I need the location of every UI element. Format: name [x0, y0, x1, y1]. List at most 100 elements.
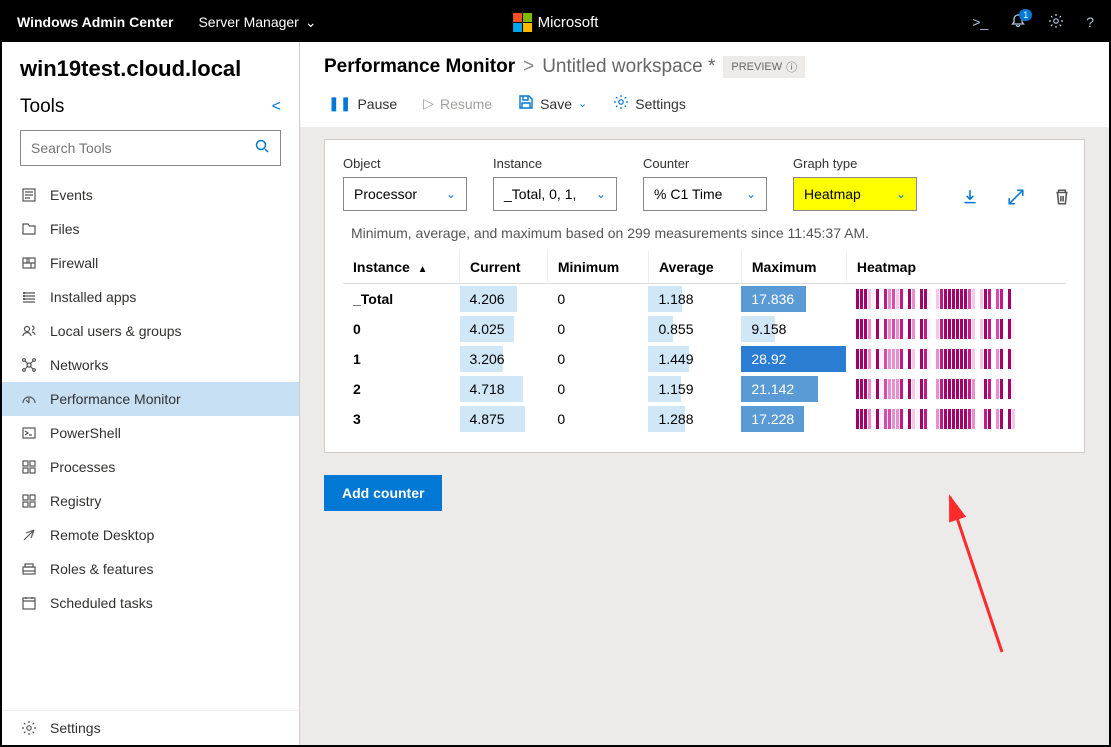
- sidebar-item-roles[interactable]: Roles & features: [2, 552, 299, 586]
- cell-max: 21.142: [741, 374, 846, 404]
- proc-icon: [20, 459, 38, 475]
- server-name: win19test.cloud.local: [2, 42, 299, 92]
- graphtype-dropdown[interactable]: Heatmap ⌄: [793, 177, 917, 211]
- table-row[interactable]: 13.20601.44928.92: [343, 344, 1066, 374]
- graphtype-value: Heatmap: [804, 186, 861, 202]
- cell-current: 4.875: [460, 404, 548, 434]
- notifications-icon[interactable]: 1: [1010, 13, 1026, 32]
- chevron-down-icon: ⌄: [446, 187, 456, 201]
- server-manager-menu[interactable]: Server Manager ⌄: [198, 14, 316, 31]
- sidebar-item-label: Networks: [50, 357, 108, 373]
- cell-avg: 1.449: [648, 344, 741, 374]
- object-dropdown[interactable]: Processor ⌄: [343, 177, 467, 211]
- gear-icon[interactable]: [1048, 13, 1064, 32]
- cell-instance: 2: [343, 374, 460, 404]
- cell-avg: 1.188: [648, 284, 741, 315]
- cell-max: 17.228: [741, 404, 846, 434]
- col-instance[interactable]: Instance ▲: [343, 251, 460, 284]
- cell-min: 0: [547, 404, 648, 434]
- sidebar-item-reg[interactable]: Registry: [2, 484, 299, 518]
- cell-avg: 1.288: [648, 404, 741, 434]
- sidebar-item-perf[interactable]: Performance Monitor: [2, 382, 299, 416]
- sidebar-item-label: Events: [50, 187, 93, 203]
- sidebar-item-files[interactable]: Files: [2, 212, 299, 246]
- instance-label: Instance: [493, 156, 617, 171]
- col-maximum[interactable]: Maximum: [741, 251, 846, 284]
- sidebar-item-firewall[interactable]: Firewall: [2, 246, 299, 280]
- sidebar-settings[interactable]: Settings: [2, 711, 299, 745]
- counter-value: % C1 Time: [654, 186, 722, 202]
- chevron-down-icon: ⌄: [305, 14, 317, 31]
- cell-instance: 0: [343, 314, 460, 344]
- cell-avg: 0.855: [648, 314, 741, 344]
- download-icon[interactable]: [961, 188, 979, 211]
- breadcrumb: Performance Monitor > Untitled workspace…: [324, 56, 1085, 78]
- object-label: Object: [343, 156, 467, 171]
- col-current[interactable]: Current: [460, 251, 548, 284]
- add-counter-button[interactable]: Add counter: [324, 475, 442, 511]
- microsoft-label: Microsoft: [538, 14, 599, 31]
- cell-max: 28.92: [741, 344, 846, 374]
- sidebar-item-apps[interactable]: Installed apps: [2, 280, 299, 314]
- cell-min: 0: [547, 374, 648, 404]
- settings-button[interactable]: Settings: [613, 94, 686, 113]
- save-button[interactable]: Save ⌄: [518, 94, 587, 113]
- expand-icon[interactable]: [1007, 188, 1025, 211]
- breadcrumb-sep: >: [523, 56, 534, 78]
- sidebar-item-proc[interactable]: Processes: [2, 450, 299, 484]
- gear-icon: [613, 94, 629, 113]
- cell-heatmap: [846, 344, 1066, 374]
- table-row[interactable]: _Total4.20601.18817.836: [343, 284, 1066, 315]
- sidebar-item-rdp[interactable]: Remote Desktop: [2, 518, 299, 552]
- instance-dropdown[interactable]: _Total, 0, 1, ⌄: [493, 177, 617, 211]
- sidebar-item-users[interactable]: Local users & groups: [2, 314, 299, 348]
- sidebar-settings-label: Settings: [50, 720, 101, 736]
- sidebar-item-events[interactable]: Events: [2, 178, 299, 212]
- counter-label: Counter: [643, 156, 767, 171]
- table-row[interactable]: 24.71801.15921.142: [343, 374, 1066, 404]
- counter-dropdown[interactable]: % C1 Time ⌄: [643, 177, 767, 211]
- breadcrumb-workspace: Untitled workspace *: [542, 56, 715, 78]
- server-manager-label: Server Manager: [198, 14, 298, 30]
- search-tools[interactable]: [20, 130, 281, 166]
- cell-instance: 3: [343, 404, 460, 434]
- brand[interactable]: Windows Admin Center: [17, 14, 173, 30]
- reg-icon: [20, 493, 38, 509]
- sidebar-item-sched[interactable]: Scheduled tasks: [2, 586, 299, 620]
- sidebar-item-label: Roles & features: [50, 561, 154, 577]
- save-label: Save: [540, 96, 572, 112]
- tool-list: Events FilesFirewallInstalled appsLocal u…: [2, 178, 299, 710]
- breadcrumb-root[interactable]: Performance Monitor: [324, 56, 515, 78]
- col-heatmap[interactable]: Heatmap: [846, 251, 1066, 284]
- table-row[interactable]: 04.02500.8559.158: [343, 314, 1066, 344]
- pause-button[interactable]: ❚❚ Pause: [328, 95, 397, 112]
- preview-label: PREVIEW: [731, 61, 782, 73]
- save-icon: [518, 94, 534, 113]
- console-icon[interactable]: >_: [972, 14, 988, 30]
- pause-label: Pause: [357, 96, 397, 112]
- ps-icon: [20, 425, 38, 441]
- table-row[interactable]: 34.87501.28817.228: [343, 404, 1066, 434]
- col-minimum[interactable]: Minimum: [547, 251, 648, 284]
- tools-heading: Tools: [20, 96, 64, 118]
- help-icon[interactable]: ?: [1086, 14, 1094, 30]
- chevron-down-icon: ⌄: [578, 97, 587, 110]
- search-input[interactable]: [31, 140, 254, 156]
- cell-current: 4.025: [460, 314, 548, 344]
- sidebar-item-ps[interactable]: PowerShell: [2, 416, 299, 450]
- sidebar-item-label: Remote Desktop: [50, 527, 154, 543]
- collapse-sidebar-icon[interactable]: <: [272, 98, 281, 116]
- events-icon: [20, 187, 38, 203]
- cell-heatmap: [846, 374, 1066, 404]
- delete-icon[interactable]: [1053, 188, 1071, 211]
- data-table: Instance ▲CurrentMinimumAverageMaximumHe…: [343, 251, 1066, 434]
- cell-instance: 1: [343, 344, 460, 374]
- gear-icon: [20, 720, 38, 736]
- measurement-meta: Minimum, average, and maximum based on 2…: [351, 225, 1066, 241]
- ms-grid-icon: [513, 13, 532, 32]
- chevron-down-icon: ⌄: [746, 187, 756, 201]
- search-icon: [254, 138, 270, 159]
- col-average[interactable]: Average: [648, 251, 741, 284]
- resume-button: ▷ Resume: [423, 95, 492, 112]
- sidebar-item-network[interactable]: Networks: [2, 348, 299, 382]
